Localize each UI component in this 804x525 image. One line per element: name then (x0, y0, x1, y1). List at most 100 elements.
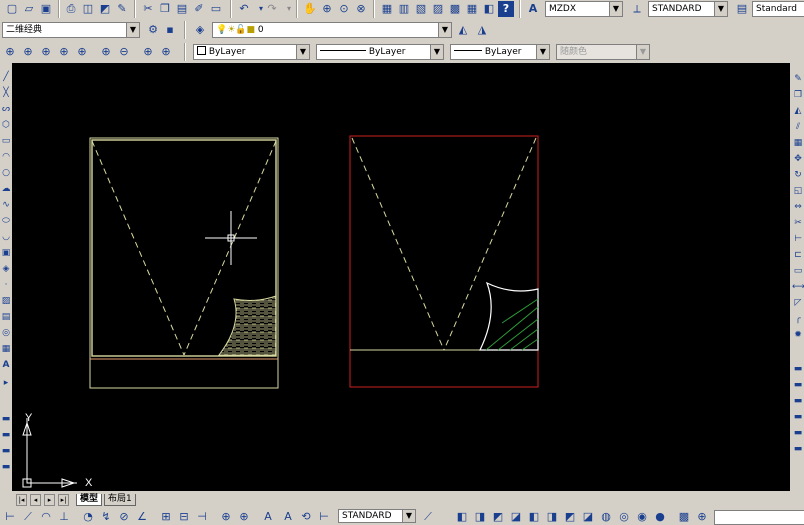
quick-dim-icon[interactable]: ⊞ (158, 509, 174, 525)
shade2-icon[interactable]: ◎ (616, 509, 632, 525)
dim-style-icon[interactable]: ⊢ (316, 509, 332, 525)
match-icon[interactable]: ✐ (191, 1, 207, 17)
prev-tab-button[interactable]: ◂ (30, 494, 41, 506)
fillet-icon[interactable]: ╭ (792, 313, 804, 325)
move-icon[interactable]: ✥ (792, 153, 804, 165)
publish-icon[interactable]: ◩ (97, 1, 113, 17)
view-right-icon[interactable]: ◪ (508, 509, 524, 525)
join-icon[interactable]: ⟷ (792, 281, 804, 293)
array-icon[interactable]: ▦ (792, 137, 804, 149)
dim-ordinate-icon[interactable]: ⊥ (56, 509, 72, 525)
layer3-icon[interactable]: ▬ (0, 445, 12, 457)
spline-icon[interactable]: ∿ (0, 199, 12, 211)
color-select[interactable]: ByLayer ▼ (193, 44, 310, 60)
copy-object-icon[interactable]: ❐ (792, 89, 804, 101)
layer-select[interactable]: 💡☀🔓■ 0 ▼ (212, 22, 452, 38)
dim-style-manager-icon[interactable]: ⟋ (420, 509, 436, 525)
region-icon[interactable]: ◎ (0, 327, 12, 339)
mtext-icon[interactable]: A (0, 359, 12, 371)
center-mark-icon[interactable]: ⊕ (236, 509, 252, 525)
dim-style-select[interactable]: STANDARD ▼ (648, 1, 728, 17)
layer-previous-icon[interactable]: ◭ (455, 22, 471, 38)
scroll-arrow-icon[interactable]: ▸ (0, 377, 12, 389)
view-top-icon[interactable]: ◧ (454, 509, 470, 525)
shade3-icon[interactable]: ◉ (634, 509, 650, 525)
zoom-in-icon[interactable]: ⊕ (98, 44, 114, 60)
layer4-icon[interactable]: ▬ (0, 461, 12, 473)
zoom-window-icon[interactable]: ⊕ (2, 44, 18, 60)
view-front-icon[interactable]: ◧ (526, 509, 542, 525)
zoom-bottom-icon[interactable]: ⊕ (694, 509, 710, 525)
tolerance-icon[interactable]: ⊕ (218, 509, 234, 525)
zoom-all-icon[interactable]: ⊕ (140, 44, 156, 60)
text-style-select[interactable]: MZDX ▼ (545, 1, 623, 17)
zoom-dynamic-icon[interactable]: ⊕ (20, 44, 36, 60)
zoom-center-icon[interactable]: ⊕ (56, 44, 72, 60)
undo-icon[interactable]: ↶ (236, 1, 252, 17)
view-back-icon[interactable]: ◨ (544, 509, 560, 525)
redo-dropdown-icon[interactable]: ▾ (281, 1, 297, 17)
redo-icon[interactable]: ↷ (264, 1, 280, 17)
dim-jogged-icon[interactable]: ↯ (98, 509, 114, 525)
construction-line-icon[interactable]: ╳ (0, 87, 12, 99)
new-icon[interactable]: ▢ (4, 1, 20, 17)
dim-diameter-icon[interactable]: ⊘ (116, 509, 132, 525)
dim-linear-icon[interactable]: ▬ (792, 363, 804, 375)
tab-model[interactable]: 模型 (76, 494, 103, 506)
dim-ordinate-icon[interactable]: ▬ (792, 411, 804, 423)
help-icon[interactable]: ? (498, 1, 514, 17)
dim-angular-icon[interactable]: ∠ (134, 509, 150, 525)
zoom-out-icon[interactable]: ⊖ (116, 44, 132, 60)
baseline-icon[interactable]: ⊟ (176, 509, 192, 525)
preview-icon[interactable]: ◫ (80, 1, 96, 17)
polyline-icon[interactable]: ᔕ (0, 103, 12, 115)
insert-block-icon[interactable]: ▣ (0, 247, 12, 259)
toolpalette-icon[interactable]: ▧ (413, 1, 429, 17)
layer-icon[interactable]: ▬ (0, 413, 12, 425)
break-icon[interactable]: ▭ (792, 265, 804, 277)
calc-icon[interactable]: ◧ (481, 1, 497, 17)
hatch-icon[interactable]: ▨ (0, 295, 12, 307)
make-block-icon[interactable]: ◈ (0, 263, 12, 275)
workspace-select[interactable]: 二维经典 ▼ (2, 22, 140, 38)
dim-diameter-icon[interactable]: ▬ (792, 443, 804, 455)
view-bottom-icon[interactable]: ◨ (472, 509, 488, 525)
ellipse-icon[interactable]: ⬭ (0, 215, 12, 227)
arc-icon[interactable]: ◠ (0, 151, 12, 163)
point-icon[interactable]: · (0, 279, 12, 291)
cut-icon[interactable]: ✂ (140, 1, 156, 17)
paste-icon[interactable]: ▤ (174, 1, 190, 17)
linetype-select[interactable]: ByLayer ▼ (316, 44, 444, 60)
polygon-icon[interactable]: ⬡ (0, 119, 12, 131)
continue-icon[interactable]: ⊣ (194, 509, 210, 525)
layer-manager-icon[interactable]: ◈ (192, 22, 208, 38)
rectangle-icon[interactable]: ▭ (0, 135, 12, 147)
zoom-realtime-icon[interactable]: ⊕ (319, 1, 335, 17)
revcloud-icon[interactable]: ☁ (0, 183, 12, 195)
workspace-settings-icon[interactable]: ⚙ (145, 22, 161, 38)
chamfer-icon[interactable]: ◸ (792, 297, 804, 309)
layer2-icon[interactable]: ▬ (0, 429, 12, 441)
zoom-scale-icon[interactable]: ⊕ (38, 44, 54, 60)
layer-make-current-icon[interactable]: ◮ (474, 22, 490, 38)
shade-icon[interactable]: ◍ (598, 509, 614, 525)
dim-aligned-icon[interactable]: ⟋ (20, 509, 36, 525)
extend-icon[interactable]: ⊢ (792, 233, 804, 245)
gradient-icon[interactable]: ▤ (0, 311, 12, 323)
last-tab-button[interactable]: ▸| (58, 494, 69, 506)
scale-icon[interactable]: ◱ (792, 185, 804, 197)
shade4-icon[interactable]: ● (652, 509, 668, 525)
dim-arc-icon[interactable]: ◠ (38, 509, 54, 525)
rotate-icon[interactable]: ↻ (792, 169, 804, 181)
line-icon[interactable]: ╱ (0, 71, 12, 83)
view-iso2-icon[interactable]: ◪ (580, 509, 596, 525)
workspace-save-icon[interactable]: ▪ (162, 22, 178, 38)
dim-arc-icon[interactable]: ▬ (792, 395, 804, 407)
dim-edit-icon[interactable]: A (260, 509, 276, 525)
view-iso-icon[interactable]: ◩ (562, 509, 578, 525)
copy-icon[interactable]: ❐ (157, 1, 173, 17)
zoom-window-icon[interactable]: ⊙ (336, 1, 352, 17)
next-tab-button[interactable]: ▸ (44, 494, 55, 506)
dim-aligned-icon[interactable]: ▬ (792, 379, 804, 391)
mirror-icon[interactable]: ◭ (792, 105, 804, 117)
